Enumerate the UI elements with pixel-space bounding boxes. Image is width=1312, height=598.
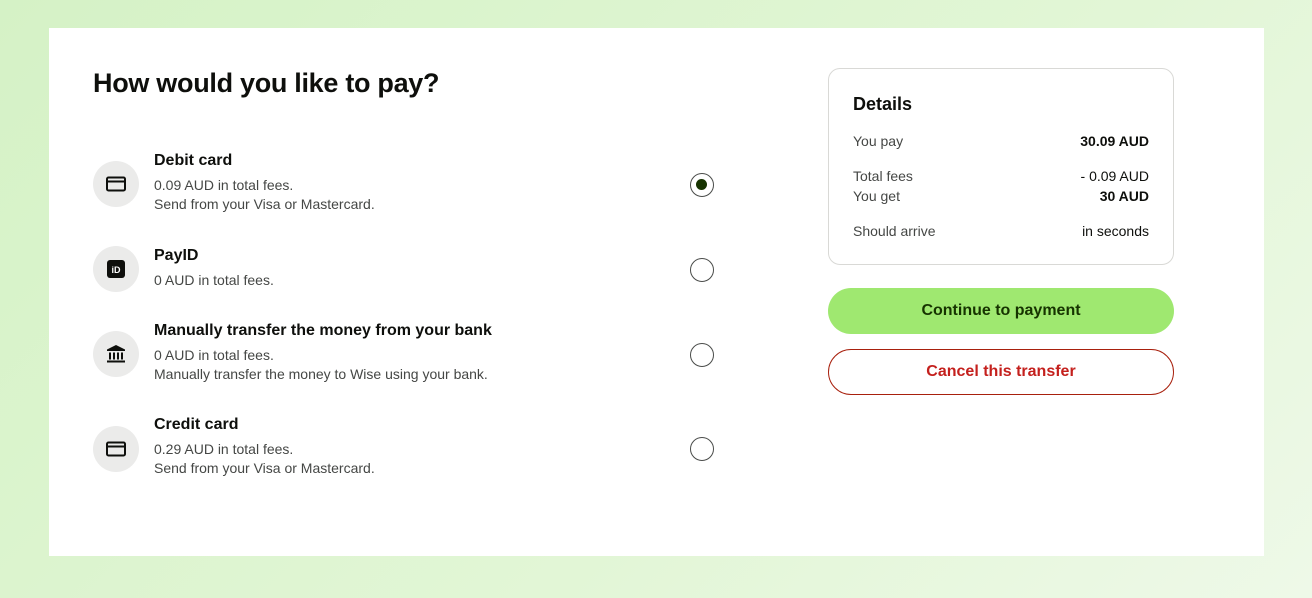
option-fee: 0.29 AUD in total fees.	[154, 441, 294, 457]
option-name: Manually transfer the money from your ba…	[154, 322, 492, 339]
payment-card: How would you like to pay? Debit card 0.…	[49, 28, 1264, 556]
option-text: Debit card 0.09 AUD in total fees. Send …	[154, 151, 375, 214]
option-name: PayID	[154, 247, 199, 264]
option-text: Manually transfer the money from your ba…	[154, 321, 492, 384]
option-fee: 0.09 AUD in total fees.	[154, 177, 294, 193]
detail-row-you-get: You get 30 AUD	[853, 187, 1149, 205]
card-icon	[93, 161, 139, 207]
option-name: Debit card	[154, 152, 233, 169]
option-description: Send from your Visa or Mastercard.	[154, 460, 375, 476]
continue-to-payment-button[interactable]: Continue to payment	[828, 288, 1174, 334]
detail-label: You pay	[853, 133, 904, 149]
details-panel: Details You pay 30.09 AUD Total fees - 0…	[828, 68, 1174, 265]
option-description: Manually transfer the money to Wise usin…	[154, 366, 488, 382]
radio-payid[interactable]	[690, 258, 714, 282]
detail-label: Should arrive	[853, 223, 936, 239]
option-fee: 0 AUD in total fees.	[154, 347, 274, 363]
page-title: How would you like to pay?	[93, 68, 440, 98]
payid-icon: iD	[93, 246, 139, 292]
detail-value: - 0.09 AUD	[1080, 168, 1149, 184]
detail-row-should-arrive: Should arrive in seconds	[853, 222, 1149, 240]
card-icon	[93, 426, 139, 472]
option-name: Credit card	[154, 416, 239, 433]
detail-row-total-fees: Total fees - 0.09 AUD	[853, 167, 1149, 185]
radio-bank-transfer[interactable]	[690, 343, 714, 367]
radio-debit-card[interactable]	[690, 173, 714, 197]
detail-label: Total fees	[853, 168, 913, 184]
detail-row-you-pay: You pay 30.09 AUD	[853, 132, 1149, 150]
detail-value: 30 AUD	[1099, 188, 1149, 204]
svg-text:iD: iD	[112, 265, 122, 275]
option-text: Credit card 0.29 AUD in total fees. Send…	[154, 415, 375, 478]
detail-value: in seconds	[1082, 223, 1149, 239]
detail-value: 30.09 AUD	[1080, 133, 1149, 149]
option-fee: 0 AUD in total fees.	[154, 272, 274, 288]
radio-credit-card[interactable]	[690, 437, 714, 461]
option-text: PayID 0 AUD in total fees.	[154, 246, 274, 290]
detail-label: You get	[853, 188, 900, 204]
bank-icon	[93, 331, 139, 377]
cancel-transfer-button[interactable]: Cancel this transfer	[828, 349, 1174, 395]
details-title: Details	[853, 94, 913, 114]
option-description: Send from your Visa or Mastercard.	[154, 196, 375, 212]
